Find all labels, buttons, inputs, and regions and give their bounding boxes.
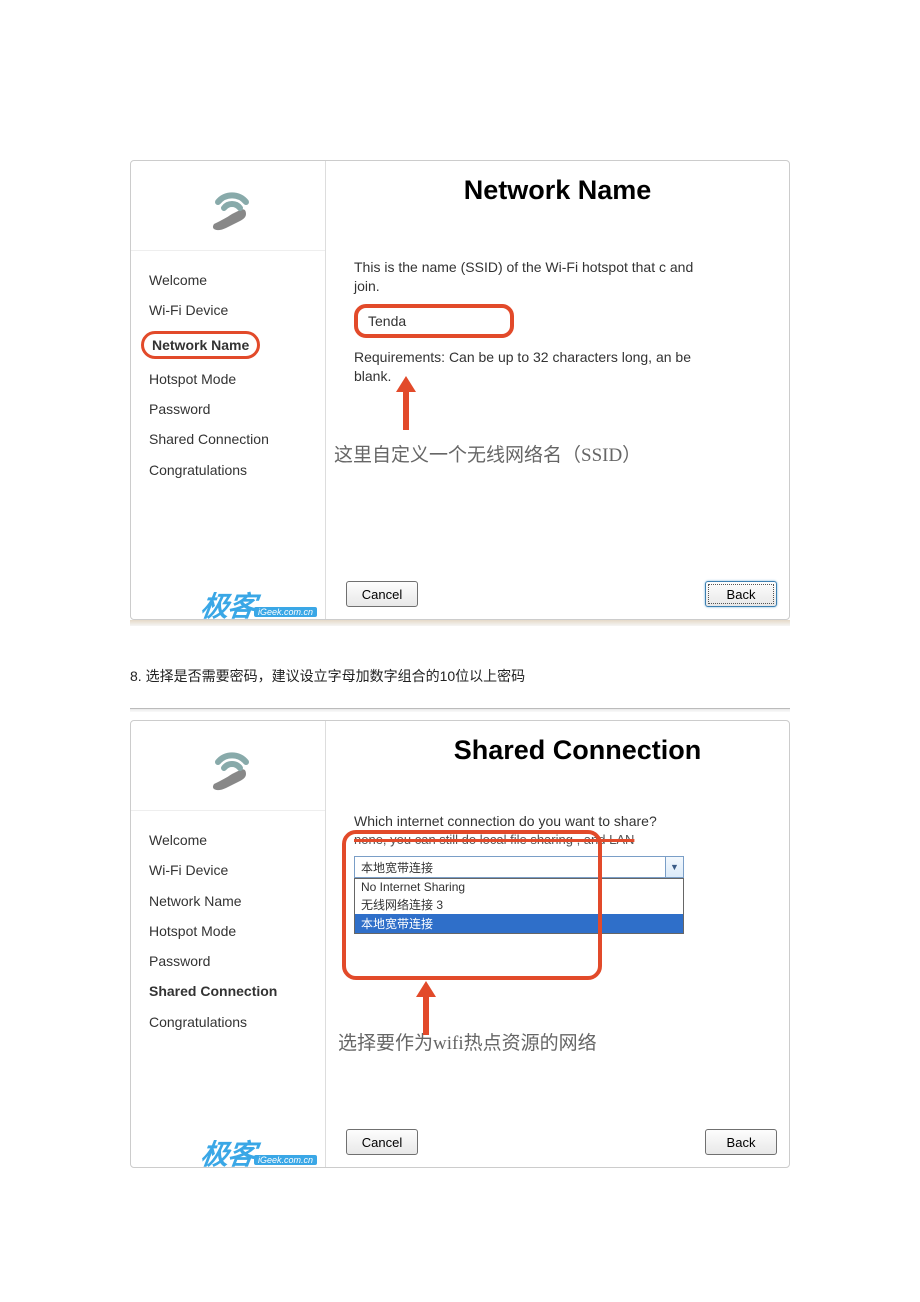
annotation-text: 这里自定义一个无线网络名（SSID） (334, 440, 789, 467)
step-welcome[interactable]: Welcome (131, 825, 325, 855)
watermark: 极客 iGeek.com.cn (131, 583, 325, 619)
step-hotspot-mode[interactable]: Hotspot Mode (131, 364, 325, 394)
app-logo (131, 161, 325, 251)
back-button[interactable]: Back (705, 1129, 777, 1155)
step-network-name[interactable]: Network Name (131, 326, 325, 364)
screenshot-network-name: Welcome Wi-Fi Device Network Name Hotspo… (130, 160, 790, 620)
ssid-description: This is the name (SSID) of the Wi-Fi hot… (354, 258, 714, 296)
connection-note: none, you can still do local file sharin… (354, 831, 714, 849)
step-password[interactable]: Password (131, 394, 325, 424)
back-button[interactable]: Back (705, 581, 777, 607)
page-title: Shared Connection (326, 721, 789, 776)
divider (130, 620, 790, 626)
step-congratulations[interactable]: Congratulations (131, 455, 325, 485)
screenshot-shared-connection: Welcome Wi-Fi Device Network Name Hotspo… (130, 720, 790, 1168)
connection-select[interactable]: 本地宽带连接 ▼ (354, 856, 684, 878)
dropdown-option-selected[interactable]: 本地宽带连接 (355, 914, 683, 933)
watermark-url: iGeek.com.cn (254, 1155, 317, 1165)
step-caption: 8. 选择是否需要密码，建议设立字母加数字组合的10位以上密码 (130, 666, 790, 686)
page-title: Network Name (326, 161, 789, 216)
annotation-arrow-icon (394, 374, 418, 432)
watermark-url: iGeek.com.cn (254, 607, 317, 617)
ssid-input[interactable]: Tenda (354, 304, 514, 338)
divider (130, 708, 790, 712)
annotation-text: 选择要作为wifi热点资源的网络 (338, 1028, 789, 1055)
wizard-main-panel: Shared Connection Which internet connect… (326, 721, 789, 1167)
step-hotspot-mode[interactable]: Hotspot Mode (131, 916, 325, 946)
watermark: 极客 iGeek.com.cn (131, 1131, 325, 1167)
annotation-arrow-icon (414, 979, 438, 1037)
connection-question: Which internet connection do you want to… (354, 812, 714, 831)
connection-dropdown[interactable]: No Internet Sharing 无线网络连接 3 本地宽带连接 (354, 878, 684, 934)
step-shared-connection[interactable]: Shared Connection (131, 976, 325, 1006)
wizard-sidebar: Welcome Wi-Fi Device Network Name Hotspo… (131, 721, 326, 1167)
cancel-button[interactable]: Cancel (346, 1129, 418, 1155)
wizard-steps: Welcome Wi-Fi Device Network Name Hotspo… (131, 811, 325, 1037)
chevron-down-icon: ▼ (665, 857, 683, 877)
step-wifi-device[interactable]: Wi-Fi Device (131, 855, 325, 885)
step-network-name[interactable]: Network Name (131, 886, 325, 916)
wizard-sidebar: Welcome Wi-Fi Device Network Name Hotspo… (131, 161, 326, 619)
step-shared-connection[interactable]: Shared Connection (131, 424, 325, 454)
app-logo (131, 721, 325, 811)
step-congratulations[interactable]: Congratulations (131, 1007, 325, 1037)
dropdown-option[interactable]: No Internet Sharing (355, 879, 683, 895)
step-welcome[interactable]: Welcome (131, 265, 325, 295)
step-wifi-device[interactable]: Wi-Fi Device (131, 295, 325, 325)
wizard-main-panel: Network Name This is the name (SSID) of … (326, 161, 789, 619)
wizard-steps: Welcome Wi-Fi Device Network Name Hotspo… (131, 251, 325, 485)
cancel-button[interactable]: Cancel (346, 581, 418, 607)
watermark-logo: 极客 (199, 1142, 257, 1167)
watermark-logo: 极客 (199, 594, 257, 619)
step-password[interactable]: Password (131, 946, 325, 976)
dropdown-option[interactable]: 无线网络连接 3 (355, 895, 683, 914)
